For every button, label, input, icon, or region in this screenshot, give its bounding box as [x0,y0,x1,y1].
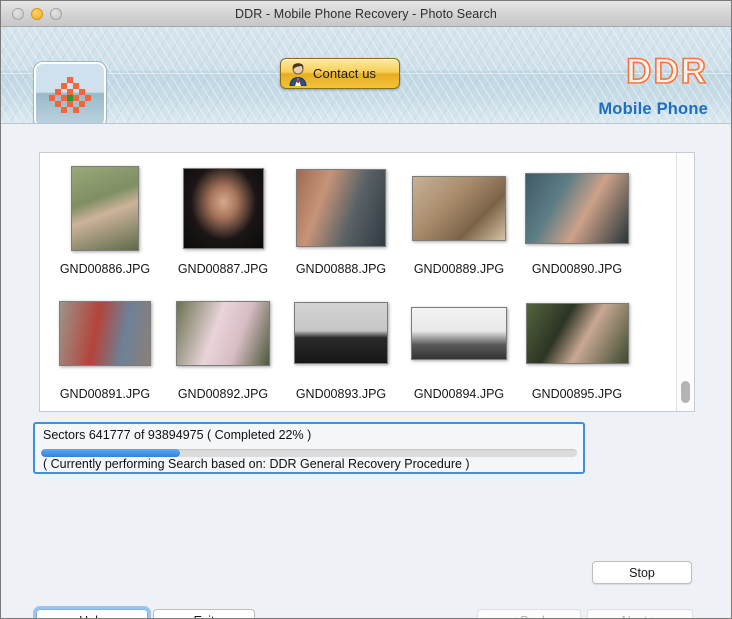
thumbnail-frame [525,290,629,376]
photo-row: GND00886.JPG GND00887.JPG GND00888.JPG G… [40,165,677,276]
photo-item[interactable]: GND00892.JPG [164,290,282,401]
scrollbar-thumb[interactable] [681,381,690,403]
stop-button[interactable]: Stop [592,561,692,584]
photo-item[interactable]: GND00888.JPG [282,165,400,276]
photo-item[interactable]: GND00890.JPG [518,165,636,276]
photo-row: GND00891.JPG GND00892.JPG GND00893.JPG G… [40,290,677,401]
photo-item[interactable]: GND00895.JPG [518,290,636,401]
next-button: Next > [587,609,693,618]
photo-filename: GND00894.JPG [413,387,505,401]
photo-item[interactable]: GND00894.JPG [400,290,518,401]
checkered-flower-icon [49,74,91,116]
exit-button[interactable]: Exit [153,609,255,618]
thumbnail-frame [525,165,629,251]
photo-thumbnail [525,172,629,244]
photo-thumbnail [59,300,151,366]
photo-grid: GND00886.JPG GND00887.JPG GND00888.JPG G… [40,153,677,411]
application-window: DDR - Mobile Phone Recovery - Photo Sear… [0,0,732,619]
photo-filename: GND00887.JPG [177,262,269,276]
header-banner: Contact us DDR Mobile Phone [1,27,731,124]
photo-filename: GND00891.JPG [59,387,151,401]
brand-block: DDR Mobile Phone [598,52,708,119]
window-title: DDR - Mobile Phone Recovery - Photo Sear… [235,6,497,21]
vertical-scrollbar[interactable] [676,153,694,411]
photo-thumbnail [182,167,264,249]
contact-us-label: Contact us [313,66,377,81]
app-logo-tile [34,62,106,123]
photo-results-panel: GND00886.JPG GND00887.JPG GND00888.JPG G… [39,152,695,412]
thumbnail-frame [71,165,139,251]
thumbnail-frame [294,290,388,376]
photo-item[interactable]: GND00887.JPG [164,165,282,276]
photo-item[interactable]: GND00891.JPG [46,290,164,401]
photo-filename: GND00893.JPG [295,387,387,401]
thumbnail-frame [59,290,151,376]
progress-bar [41,449,577,457]
person-icon [287,62,309,86]
photo-filename: GND00886.JPG [59,262,151,276]
progress-bar-fill [41,449,181,457]
brand-subtitle: Mobile Phone [598,100,708,118]
photo-thumbnail [176,300,270,366]
brand-title: DDR [625,52,708,91]
back-button: < Back [477,609,581,618]
photo-thumbnail [412,175,506,241]
help-button[interactable]: Help [36,609,148,618]
photo-thumbnail [296,169,386,247]
photo-filename: GND00890.JPG [531,262,623,276]
photo-thumbnail [525,302,629,364]
photo-filename: GND00889.JPG [413,262,505,276]
photo-thumbnail [71,165,139,251]
thumbnail-frame [411,290,507,376]
thumbnail-frame [296,165,386,251]
photo-thumbnail [411,306,507,360]
photo-filename: GND00888.JPG [295,262,387,276]
thumbnail-frame [176,290,270,376]
photo-item[interactable]: GND00893.JPG [282,290,400,401]
thumbnail-frame [182,165,264,251]
main-content: GND00886.JPG GND00887.JPG GND00888.JPG G… [1,124,731,618]
photo-item[interactable]: GND00889.JPG [400,165,518,276]
progress-panel: Sectors 641777 of 93894975 ( Completed 2… [33,422,585,474]
contact-us-button[interactable]: Contact us [280,58,400,89]
photo-item[interactable]: GND00886.JPG [46,165,164,276]
photo-filename: GND00892.JPG [177,387,269,401]
photo-filename: GND00895.JPG [531,387,623,401]
photo-thumbnail [294,302,388,364]
status-label: ( Currently performing Search based on: … [43,457,470,471]
title-bar: DDR - Mobile Phone Recovery - Photo Sear… [1,1,731,27]
thumbnail-frame [412,165,506,251]
sectors-label: Sectors 641777 of 93894975 ( Completed 2… [43,428,312,442]
